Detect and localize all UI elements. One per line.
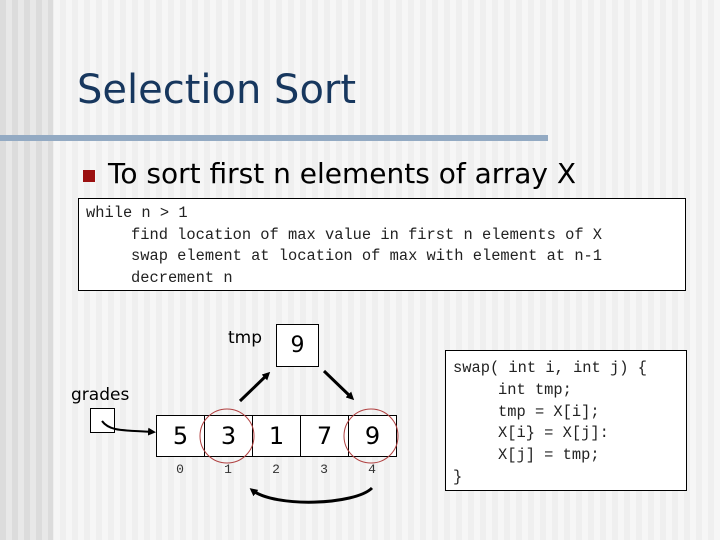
swap-line: X[i} = X[j]: <box>498 424 609 443</box>
algo-line: decrement n <box>131 268 233 287</box>
array-cell: 7 <box>301 416 349 456</box>
array-cell: 1 <box>253 416 301 456</box>
array-cell: 5 <box>157 416 205 456</box>
grades-label: grades <box>71 385 130 405</box>
array-grades: 5 3 1 7 9 <box>156 415 397 457</box>
bullet-text: To sort first n elements of array X <box>108 157 577 190</box>
array-indices: 0 1 2 3 4 <box>156 462 396 477</box>
arrow-from-tmp <box>322 369 355 401</box>
background-stripes <box>0 0 53 540</box>
algo-line: while n > 1 <box>86 204 188 222</box>
swap-line: } <box>453 467 463 486</box>
array-cell: 3 <box>205 416 253 456</box>
algo-line: find location of max value in first n el… <box>131 225 603 244</box>
swap-line: tmp = X[i]; <box>498 402 600 421</box>
algo-line: swap element at location of max with ele… <box>131 247 603 265</box>
swap-code-box: swap( int i, int j) { int tmp; tmp = X[i];… <box>445 350 687 491</box>
grades-pointer-box <box>90 408 115 433</box>
array-index: 1 <box>224 462 232 477</box>
array-index: 4 <box>368 462 376 477</box>
title-divider <box>0 135 548 141</box>
tmp-box: 9 <box>276 324 319 367</box>
slide-title: Selection Sort <box>77 67 357 113</box>
array-cell: 9 <box>364 422 381 450</box>
array-index: 2 <box>272 462 280 477</box>
array-index: 0 <box>176 462 184 477</box>
tmp-label: tmp <box>228 328 263 348</box>
algorithm-code-box: while n > 1 find location of max value in… <box>78 198 686 291</box>
swap-line: swap( int i, int j) { <box>453 359 647 377</box>
bullet-icon <box>83 170 95 182</box>
swap-arrow <box>249 486 374 504</box>
arrow-to-tmp <box>238 371 271 403</box>
swap-line: X[j] = tmp; <box>498 446 600 465</box>
array-index: 3 <box>320 462 328 477</box>
swap-line: int tmp; <box>498 380 572 399</box>
tmp-value: 9 <box>290 333 305 358</box>
